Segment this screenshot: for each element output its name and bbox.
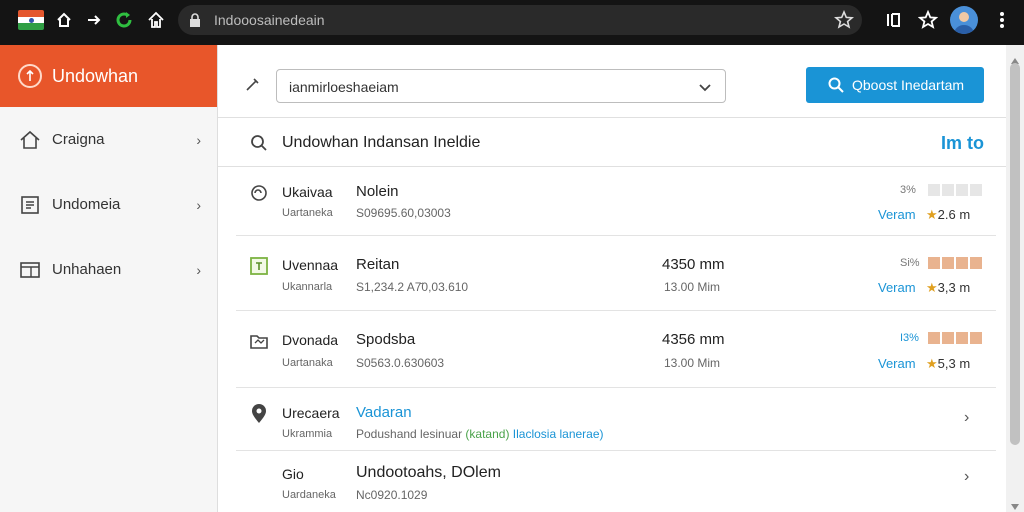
location-icon — [248, 403, 270, 425]
browser-toolbar: Indooosainedeain — [0, 0, 1024, 45]
rating-star-icon: ★ — [926, 280, 938, 295]
row-detail: Podushand lesinuar (katand) Ilaclosia la… — [356, 427, 604, 441]
row-detail: S0563.0.630603 — [356, 356, 445, 370]
document-icon — [18, 193, 42, 217]
extension-icon[interactable] — [882, 8, 906, 32]
results-panel: Undowhan Indansan Ineldie Im to Ukaivaa … — [218, 117, 1006, 512]
row-name: Dvonada — [282, 332, 339, 348]
row-link[interactable]: Veram — [878, 356, 916, 371]
chevron-right-icon: › — [196, 261, 201, 278]
pencil-icon[interactable] — [244, 75, 262, 98]
search-button[interactable]: Qboost Inedartam — [806, 67, 984, 103]
sidebar-header[interactable]: Undowhan — [0, 45, 217, 107]
chevron-right-icon[interactable]: › — [964, 468, 969, 486]
rating-star-icon: ★ — [926, 207, 938, 222]
row-percent: I3% — [900, 332, 919, 344]
row-name: Gio — [282, 466, 304, 482]
chevron-down-icon — [697, 79, 713, 100]
row-meter — [928, 332, 982, 344]
row-percent: 3% — [900, 184, 916, 196]
menu-icon[interactable] — [990, 8, 1014, 32]
row-title: Undootoahs, DOlem — [356, 464, 501, 481]
search-icon — [828, 77, 844, 93]
row-meter — [928, 184, 982, 196]
results-header: Undowhan Indansan Ineldie Im to — [218, 117, 1006, 167]
home-icon — [18, 128, 42, 152]
search-button-label: Qboost Inedartam — [852, 77, 965, 93]
row-subtitle: Uardaneka — [282, 489, 336, 501]
cloud-icon — [248, 182, 270, 204]
toolbar: ianmirloeshaeiam Qboost Inedartam — [218, 45, 1006, 117]
row-subtitle: Ukannarla — [282, 281, 333, 293]
table-row[interactable]: Uvennaa Ukannarla Reitan S1,234.2 A7̆0,0… — [236, 237, 996, 311]
results-link[interactable]: Im to — [941, 133, 984, 154]
row-title: Reitan — [356, 256, 400, 273]
url-text: Indooosainedeain — [214, 12, 325, 28]
table-row[interactable]: Ukaivaa Uartaneka Nolein S09695.60,03003… — [236, 168, 996, 236]
scroll-down-icon[interactable] — [1011, 497, 1019, 512]
row-meter — [928, 257, 982, 269]
rating-star-icon: ★ — [926, 356, 938, 371]
row-title: Nolein — [356, 183, 399, 200]
star-icon[interactable] — [916, 8, 940, 32]
row-detail: S1,234.2 A7̆0,03.610 — [356, 280, 469, 294]
sidebar-item-undomeia[interactable]: Undomeia › — [0, 172, 217, 237]
filter-select-value: ianmirloeshaeiam — [289, 79, 399, 95]
reload-icon[interactable] — [112, 8, 136, 32]
sidebar-item-label: Unhahaen — [52, 261, 122, 278]
calendar-icon — [248, 255, 270, 277]
row-name: Uvennaa — [282, 257, 339, 273]
chevron-right-icon[interactable]: › — [964, 409, 969, 427]
row-measure: 4350 mm — [662, 256, 725, 273]
filter-select[interactable]: ianmirloeshaeiam — [276, 69, 726, 103]
row-link[interactable]: Veram — [878, 280, 916, 295]
row-subtitle: Uartaneka — [282, 207, 333, 219]
row-percent: Si% — [900, 257, 920, 269]
row-link[interactable]: Veram — [878, 207, 916, 222]
search-icon — [250, 134, 268, 157]
brand-logo-icon — [18, 64, 42, 88]
flag-icon — [18, 10, 44, 30]
results-title: Undowhan Indansan Ineldie — [282, 134, 481, 151]
chevron-right-icon: › — [196, 131, 201, 148]
row-rating: ★2.6 m — [926, 207, 971, 222]
row-measure-sub: 13.00 Mim — [664, 280, 721, 294]
row-subtitle: Ukrammia — [282, 428, 333, 440]
house-icon[interactable] — [144, 8, 168, 32]
row-title: Spodsba — [356, 331, 416, 348]
bookmark-star-icon[interactable] — [833, 9, 855, 35]
avatar[interactable] — [950, 6, 978, 34]
forward-icon[interactable] — [82, 8, 106, 32]
row-title[interactable]: Vadaran — [356, 404, 412, 421]
brand-name: Undowhan — [52, 65, 139, 86]
folder-icon — [248, 330, 270, 352]
row-detail: S09695.60,03003 — [356, 206, 451, 220]
row-rating: ★3,3 m — [926, 280, 971, 295]
table-row[interactable]: Dvonada Uartanaka Spodsba S0563.0.630603… — [236, 312, 996, 388]
sidebar: Undowhan Craigna › Undomeia › Unhahaen › — [0, 45, 218, 512]
chevron-right-icon: › — [196, 196, 201, 213]
row-rating: ★5,3 m — [926, 356, 971, 371]
lock-icon — [188, 12, 202, 33]
row-detail: Nc0920.1029 — [356, 488, 428, 502]
row-name: Urecaera — [282, 405, 340, 421]
sidebar-item-unhahaen[interactable]: Unhahaen › — [0, 237, 217, 302]
home-icon[interactable] — [52, 8, 76, 32]
list-item[interactable]: Urecaera Ukrammia Vadaran Podushand lesi… — [236, 389, 996, 451]
list-item[interactable]: Gio Uardaneka Undootoahs, DOlem Nc0920.1… — [236, 452, 996, 512]
address-bar[interactable]: Indooosainedeain — [178, 5, 862, 35]
sidebar-item-label: Craigna — [52, 131, 105, 148]
window-icon — [18, 258, 42, 282]
scrollbar[interactable] — [1006, 45, 1024, 512]
row-name: Ukaivaa — [282, 184, 333, 200]
row-measure: 4356 mm — [662, 331, 725, 348]
row-measure-sub: 13.00 Mim — [664, 356, 721, 370]
scrollbar-thumb[interactable] — [1010, 63, 1020, 445]
row-subtitle: Uartanaka — [282, 357, 333, 369]
sidebar-item-label: Undomeia — [52, 196, 121, 213]
sidebar-item-craigna[interactable]: Craigna › — [0, 107, 217, 172]
